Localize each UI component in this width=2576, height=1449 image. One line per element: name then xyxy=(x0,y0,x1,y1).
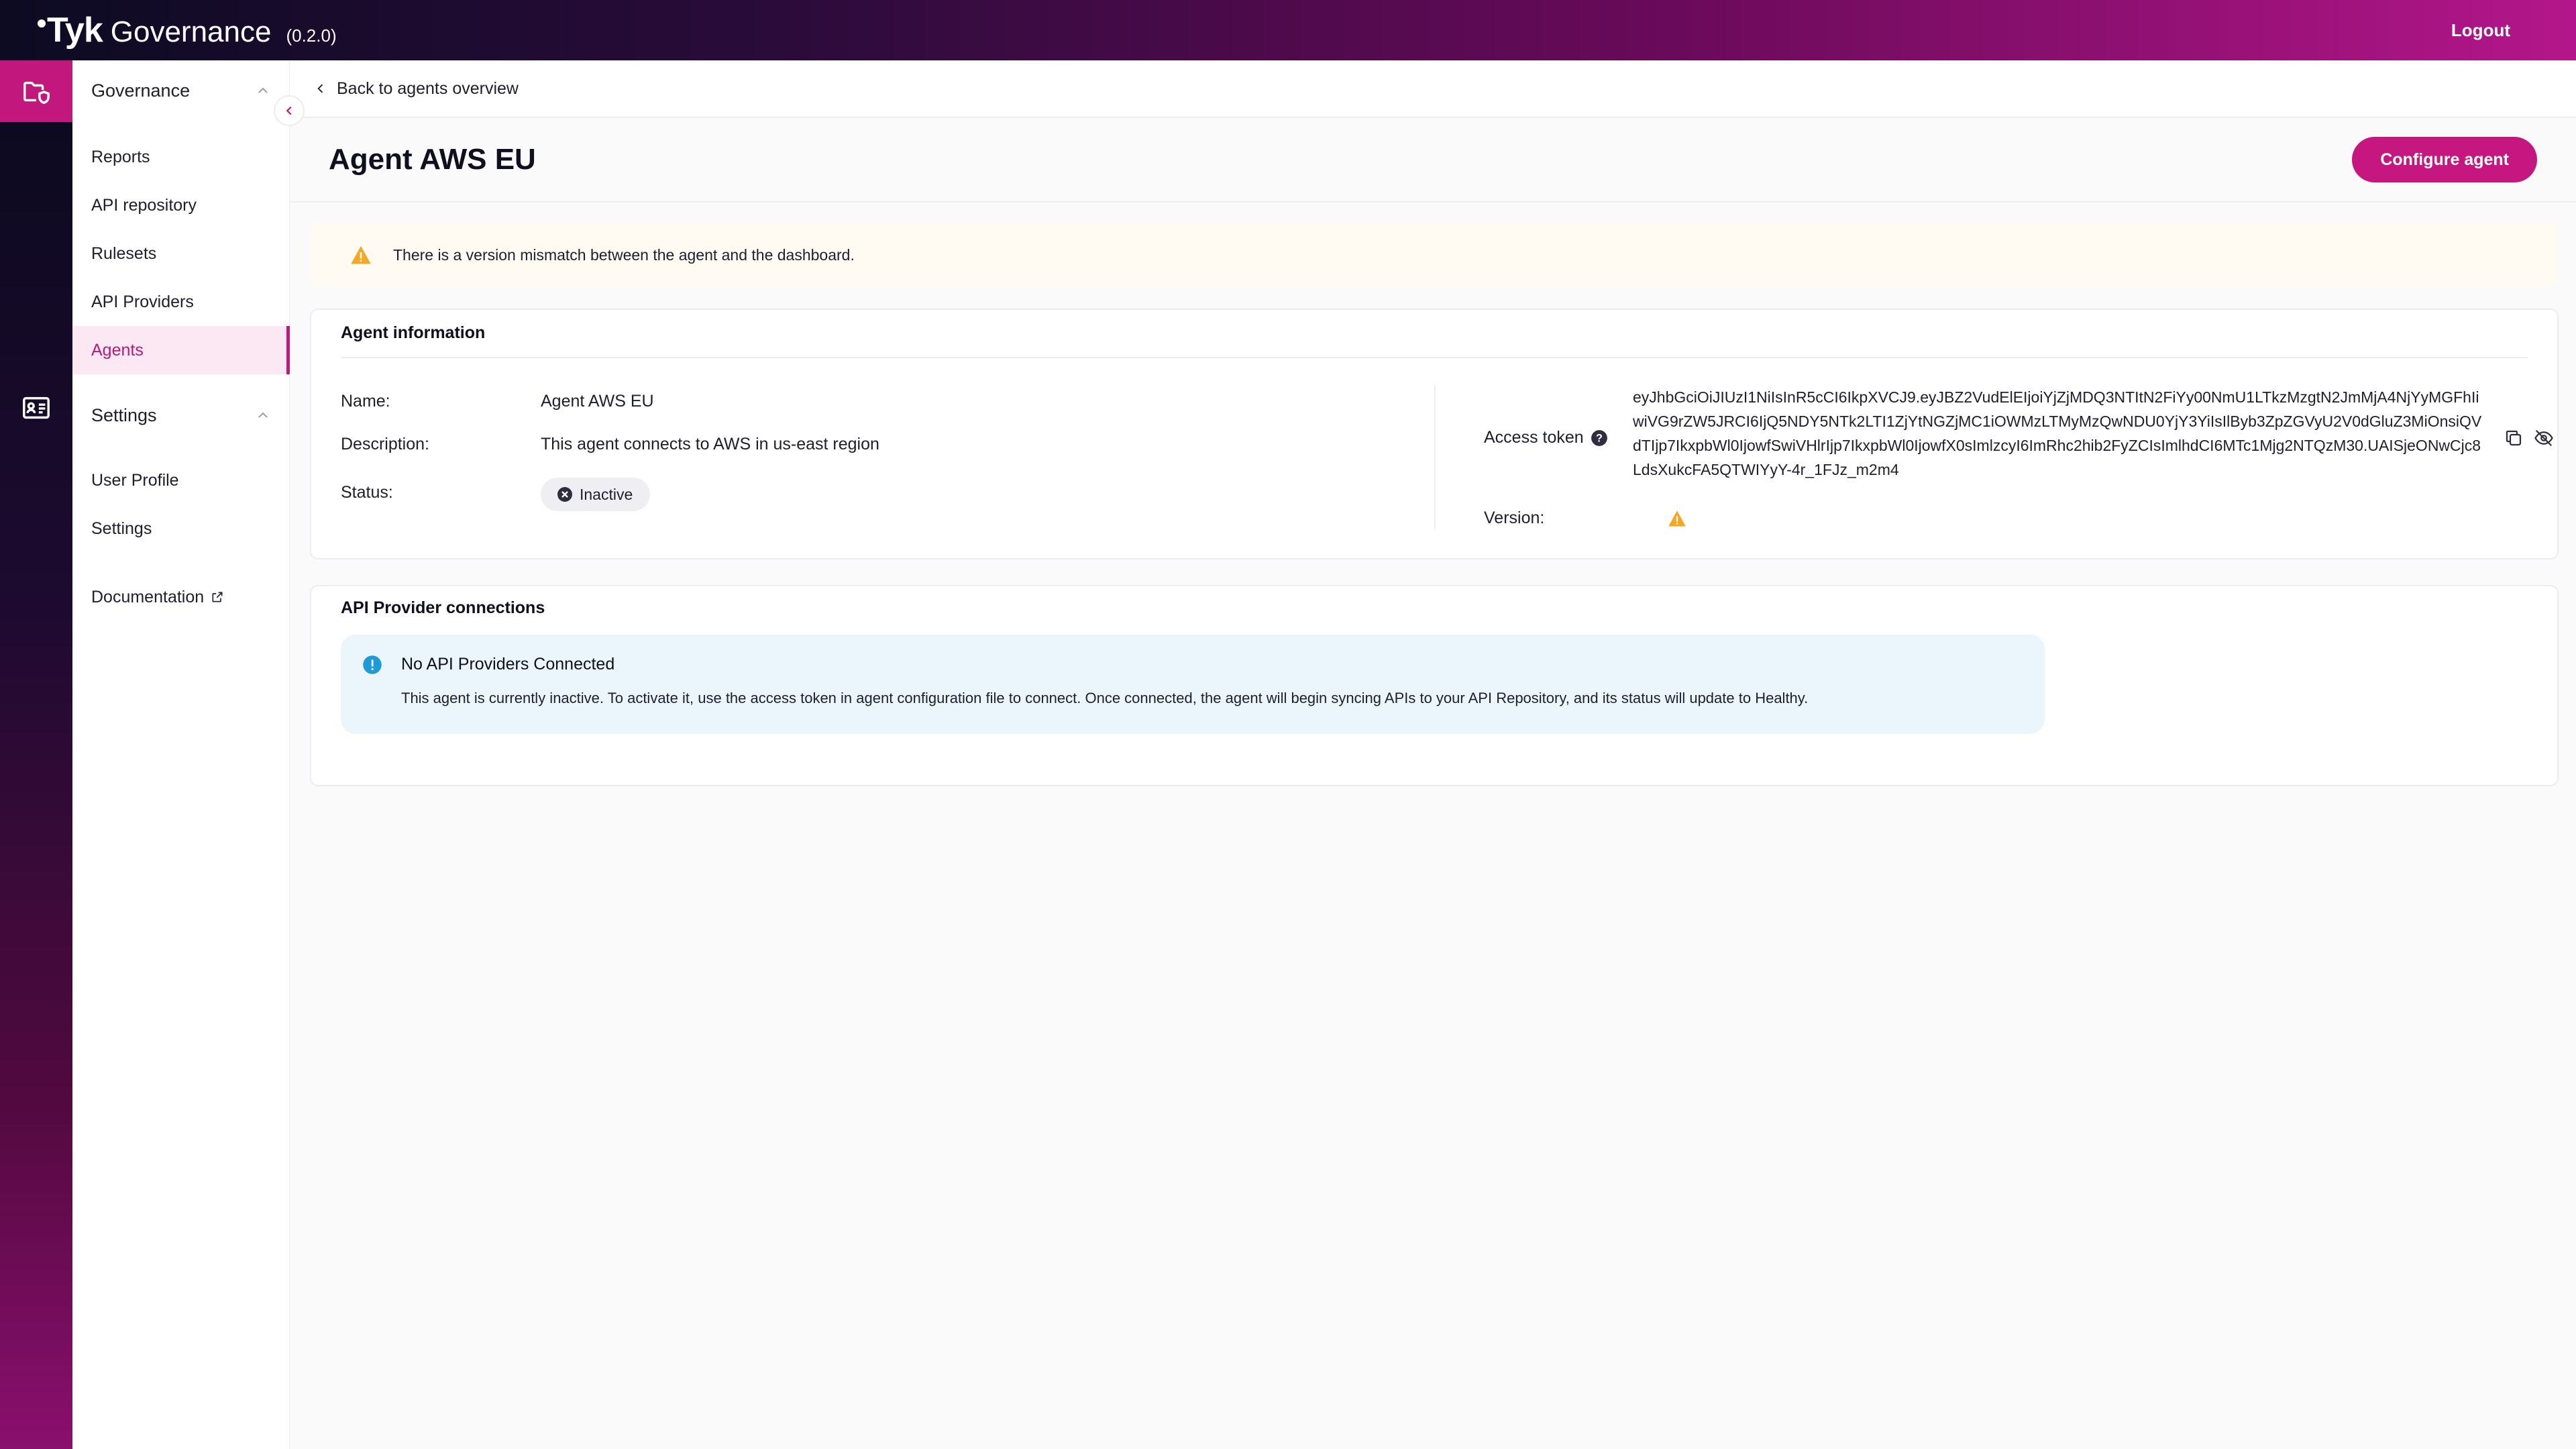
sidebar-item-label: Agents xyxy=(91,340,144,360)
info-icon xyxy=(363,655,382,674)
chevron-up-icon xyxy=(258,87,268,93)
callout-text: This agent is currently inactive. To act… xyxy=(401,690,1809,706)
callout-title: No API Providers Connected xyxy=(401,655,615,674)
access-token-value: eyJhbGciOiJIUzI1NiIsInR5cCI6IkpXVCJ9.eyJ… xyxy=(1633,388,2482,478)
page-header: Agent AWS EU Configure agent xyxy=(290,118,2576,203)
warning-text: There is a version mismatch between the … xyxy=(393,246,855,264)
configure-agent-button[interactable]: Configure agent xyxy=(2352,137,2537,182)
sidebar-item-api-providers[interactable]: API Providers xyxy=(72,278,290,326)
sidebar-section-settings[interactable]: Settings xyxy=(72,385,290,445)
status-label: Status: xyxy=(341,483,393,502)
status-text: Inactive xyxy=(580,485,633,503)
divider xyxy=(341,357,2528,358)
version-warning-icon xyxy=(1668,511,1686,527)
sidebar-item-user-profile[interactable]: User Profile xyxy=(72,456,290,504)
sidebar: Governance Reports API repository Rulese… xyxy=(72,60,290,1449)
status-badge: Inactive xyxy=(541,478,651,511)
help-icon[interactable]: ? xyxy=(1591,429,1608,447)
main-content: Back to agents overview Agent AWS EU Con… xyxy=(290,60,2576,1449)
version-label: Version: xyxy=(1484,508,1545,527)
eye-off-icon[interactable] xyxy=(2533,428,2555,448)
sidebar-item-label: Documentation xyxy=(91,587,205,606)
breadcrumb: Back to agents overview xyxy=(290,60,2576,118)
sidebar-section-label: Settings xyxy=(91,405,157,425)
governance-folder-shield-icon xyxy=(23,81,50,104)
sidebar-item-rulesets[interactable]: Rulesets xyxy=(72,229,290,278)
warning-icon xyxy=(351,246,371,264)
card-title: API Provider connections xyxy=(341,598,545,617)
page-title: Agent AWS EU xyxy=(329,143,536,176)
sidebar-collapse-button[interactable] xyxy=(274,95,305,126)
sidebar-item-label: Rulesets xyxy=(91,244,157,263)
name-label: Name: xyxy=(341,392,390,411)
id-card-icon xyxy=(23,396,50,419)
back-to-agents-link[interactable]: Back to agents overview xyxy=(314,79,519,99)
top-bar: Tyk Governance (0.2.0) Logout xyxy=(0,0,2576,60)
sidebar-item-label: API Providers xyxy=(91,292,194,311)
sidebar-item-label: Reports xyxy=(91,147,150,166)
description-label: Description: xyxy=(341,435,429,453)
card-title: Agent information xyxy=(341,323,486,342)
access-token-label-group: Access token ? xyxy=(1484,428,1608,447)
access-token-label: Access token xyxy=(1484,428,1584,447)
sidebar-section-governance[interactable]: Governance xyxy=(72,60,290,121)
logout-button[interactable]: Logout xyxy=(2451,20,2510,41)
product-version: (0.2.0) xyxy=(286,25,337,46)
rail-profile-button[interactable] xyxy=(0,377,72,439)
version-mismatch-banner: There is a version mismatch between the … xyxy=(310,223,2559,287)
product-name: Governance xyxy=(110,15,272,48)
api-provider-connections-card: API Provider connections No API Provider… xyxy=(310,585,2559,786)
icon-rail xyxy=(0,60,72,1449)
sidebar-item-api-repository[interactable]: API repository xyxy=(72,181,290,229)
sidebar-item-reports[interactable]: Reports xyxy=(72,133,290,181)
inactive-x-icon xyxy=(557,487,572,502)
sidebar-item-agents[interactable]: Agents xyxy=(72,326,290,374)
rail-governance-button[interactable] xyxy=(0,60,72,122)
external-link-icon xyxy=(212,592,223,602)
copy-icon[interactable] xyxy=(2504,428,2524,448)
brand[interactable]: Tyk Governance (0.2.0) xyxy=(38,10,337,50)
back-link-label: Back to agents overview xyxy=(337,78,519,98)
chevron-left-icon xyxy=(317,84,323,93)
description-value: This agent connects to AWS in us-east re… xyxy=(541,435,879,453)
column-divider xyxy=(1434,385,1436,529)
tyk-logo: Tyk xyxy=(38,10,103,50)
agent-information-card: Agent information Name: Agent AWS EU Des… xyxy=(310,309,2559,559)
chevron-up-icon xyxy=(258,412,268,418)
token-actions xyxy=(2504,428,2555,448)
sidebar-item-label: User Profile xyxy=(91,470,179,490)
chevron-left-icon xyxy=(286,106,292,115)
sidebar-item-label: Settings xyxy=(91,519,152,538)
name-value: Agent AWS EU xyxy=(541,392,654,411)
sidebar-section-label: Governance xyxy=(91,80,191,101)
documentation-link: Documentation xyxy=(91,588,224,607)
sidebar-item-label: API repository xyxy=(91,195,197,215)
sidebar-item-documentation[interactable]: Documentation xyxy=(72,573,290,621)
no-providers-callout: No API Providers Connected This agent is… xyxy=(341,635,2045,734)
sidebar-item-settings[interactable]: Settings xyxy=(72,504,290,553)
svg-text:?: ? xyxy=(1596,432,1603,444)
